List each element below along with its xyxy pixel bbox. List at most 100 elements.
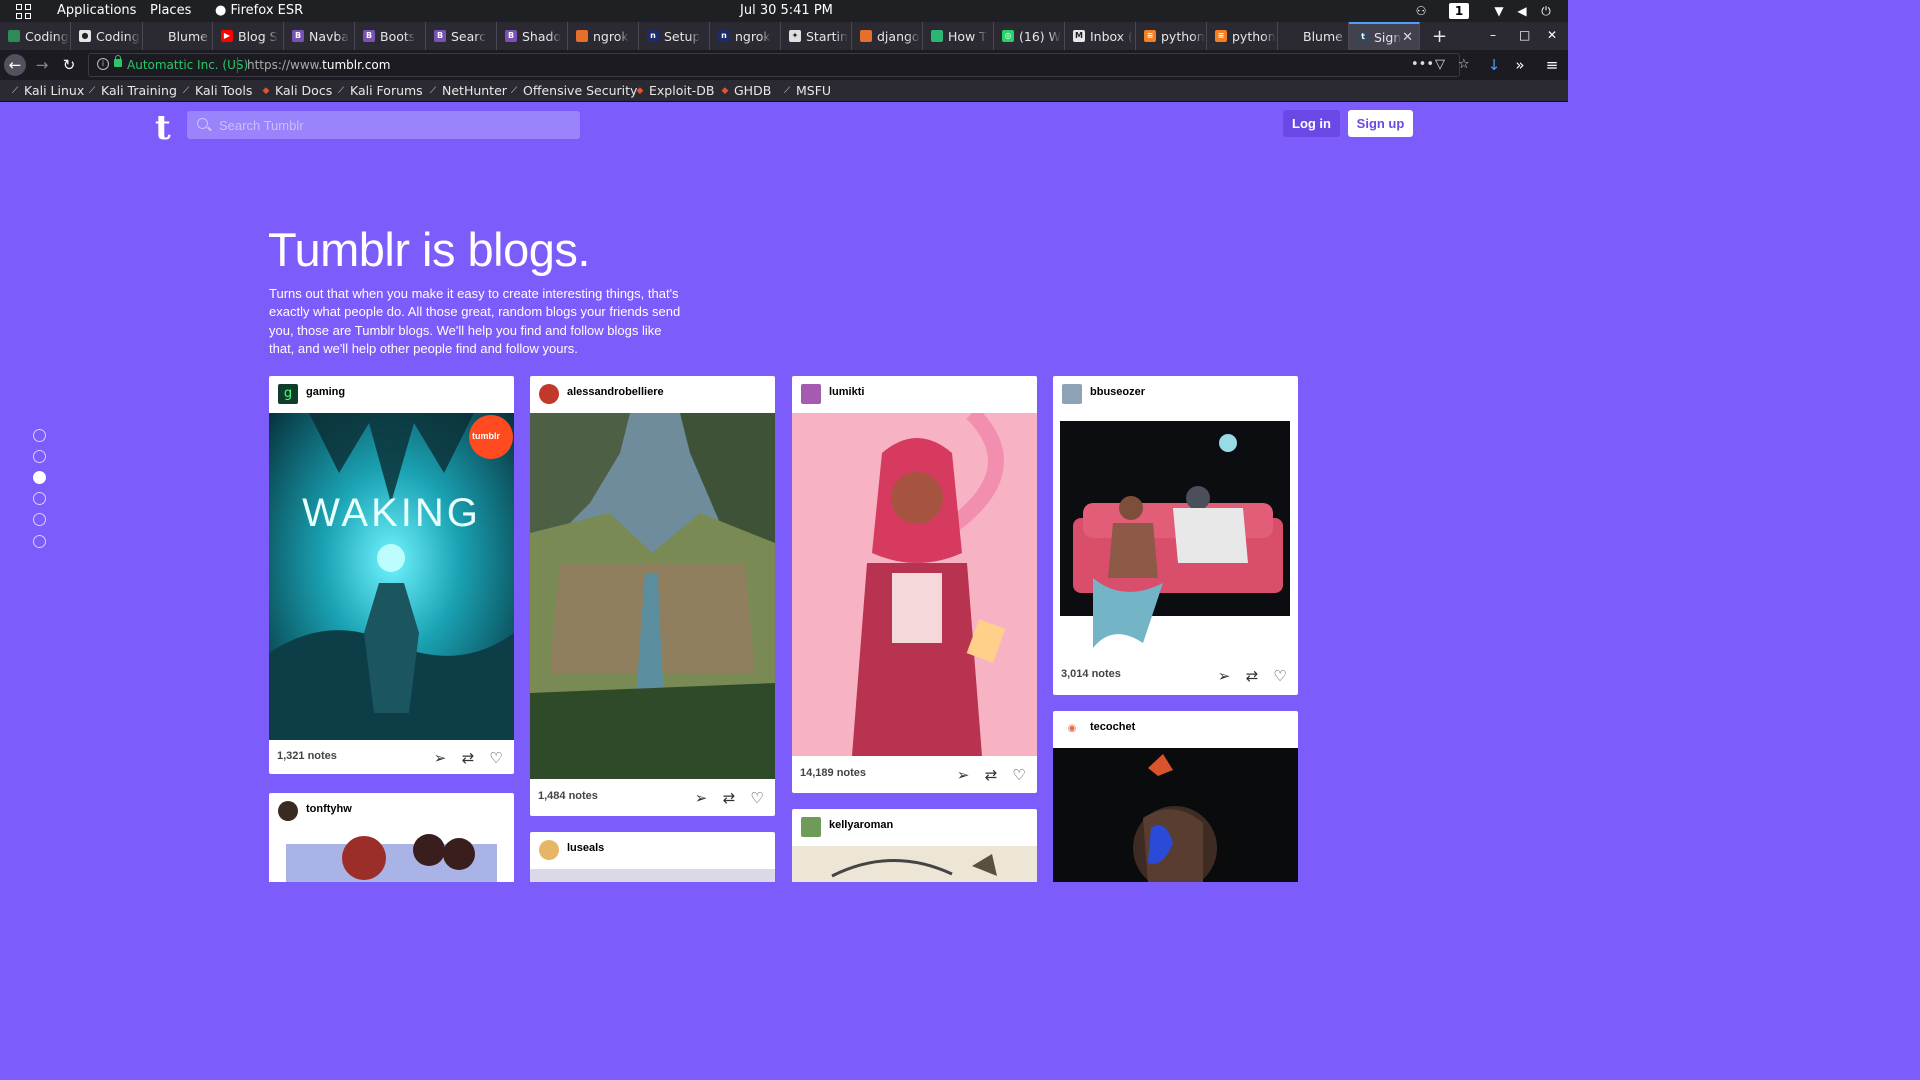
close-tab-icon[interactable]: ✕: [1402, 30, 1413, 45]
browser-tab[interactable]: ▶ Blog S: [213, 22, 284, 50]
bookmark-star-icon[interactable]: ☆: [1458, 57, 1470, 72]
overflow-icon[interactable]: »: [1509, 54, 1531, 76]
browser-tab[interactable]: How T: [923, 22, 994, 50]
bookmark-item[interactable]: ◆ GHDB: [720, 83, 772, 98]
post-username[interactable]: bbuseozer: [1090, 386, 1145, 398]
avatar[interactable]: [539, 384, 559, 404]
page-dot-6[interactable]: [33, 535, 46, 548]
browser-tab[interactable]: M Inbox (: [1065, 22, 1136, 50]
info-icon[interactable]: i: [97, 58, 109, 70]
bookmark-item[interactable]: ⟋ Kali Forums: [336, 83, 423, 98]
post-notes[interactable]: 14,189 notes: [800, 767, 866, 779]
like-heart-icon[interactable]: ♡: [1011, 767, 1027, 783]
like-heart-icon[interactable]: ♡: [749, 790, 765, 806]
login-button[interactable]: Log in: [1283, 110, 1340, 137]
post-username[interactable]: luseals: [567, 842, 604, 854]
maximize-window-icon[interactable]: □: [1519, 28, 1530, 42]
avatar[interactable]: g: [278, 384, 298, 404]
like-heart-icon[interactable]: ♡: [488, 750, 504, 766]
bookmark-item[interactable]: ⟋ Kali Training: [87, 83, 177, 98]
page-dot-5[interactable]: [33, 513, 46, 526]
search-box[interactable]: [187, 111, 580, 139]
bookmark-item[interactable]: ◆ Exploit-DB: [635, 83, 715, 98]
page-dot-4[interactable]: [33, 492, 46, 505]
downloads-icon[interactable]: ↓: [1483, 54, 1505, 76]
post-image[interactable]: [269, 830, 514, 882]
bookmark-item[interactable]: ◆ Kali Docs: [261, 83, 333, 98]
share-icon[interactable]: ➢: [693, 790, 709, 806]
post-username[interactable]: kellyaroman: [829, 819, 893, 831]
wifi-icon[interactable]: ▼: [1492, 4, 1506, 18]
post-image[interactable]: WAKING tumblr: [269, 413, 514, 740]
search-input[interactable]: [219, 115, 569, 135]
post-image[interactable]: [792, 413, 1037, 756]
reblog-icon[interactable]: ⇄: [460, 750, 476, 766]
places-menu[interactable]: Places: [150, 3, 191, 18]
like-heart-icon[interactable]: ♡: [1272, 668, 1288, 684]
power-icon[interactable]: ⏻: [1539, 4, 1553, 18]
close-window-icon[interactable]: ✕: [1547, 28, 1557, 42]
forward-button[interactable]: →: [31, 54, 53, 76]
apps-grid-icon[interactable]: [16, 4, 31, 19]
share-icon[interactable]: ➢: [955, 767, 971, 783]
avatar[interactable]: ◉: [1062, 719, 1082, 739]
page-dot-3[interactable]: [33, 471, 46, 484]
browser-tab[interactable]: Coding: [0, 22, 71, 50]
active-app-menu[interactable]: ● Firefox ESR: [215, 3, 303, 18]
tumblr-logo[interactable]: t: [155, 108, 171, 148]
minimize-window-icon[interactable]: –: [1490, 28, 1496, 42]
browser-tab[interactable]: B Searc: [426, 22, 497, 50]
post-username[interactable]: tecochet: [1090, 721, 1135, 733]
browser-tab[interactable]: ≡ python: [1207, 22, 1278, 50]
certificate-owner[interactable]: Automattic Inc. (US): [127, 58, 248, 72]
back-button[interactable]: ←: [4, 54, 26, 76]
post-card-alessandrobelliere[interactable]: alessandrobelliere 1,484 notes ➢ ⇄ ♡: [530, 376, 775, 816]
browser-tab[interactable]: django: [852, 22, 923, 50]
bookmark-item[interactable]: ⟋ Kali Tools: [181, 83, 253, 98]
avatar[interactable]: [539, 840, 559, 860]
post-username[interactable]: alessandrobelliere: [567, 386, 664, 398]
browser-tab[interactable]: B Navba: [284, 22, 355, 50]
browser-tab[interactable]: ◎ (16) W: [994, 22, 1065, 50]
pocket-icon[interactable]: ▽: [1435, 57, 1445, 72]
avatar[interactable]: [801, 384, 821, 404]
lock-icon[interactable]: [114, 55, 122, 67]
post-notes[interactable]: 1,484 notes: [538, 790, 598, 802]
post-card-tonftyhw[interactable]: tonftyhw: [269, 793, 514, 882]
post-card-bbuseozer[interactable]: bbuseozer 3,014 notes ➢ ⇄ ♡: [1053, 376, 1298, 695]
bookmark-item[interactable]: ⟋ Offensive Security: [509, 83, 638, 98]
new-tab-button[interactable]: +: [1424, 22, 1450, 50]
address-bar[interactable]: i Automattic Inc. (US) https://www.tumbl…: [88, 53, 1470, 77]
browser-tab[interactable]: n Setup: [639, 22, 710, 50]
page-actions-icon[interactable]: •••: [1411, 57, 1434, 72]
browser-tab[interactable]: ngrok: [568, 22, 639, 50]
post-card-gaming[interactable]: g gaming WAKING tumblr 1,321 notes ➢ ⇄ ♡: [269, 376, 514, 774]
applications-menu[interactable]: Applications: [57, 3, 136, 18]
post-image[interactable]: [530, 413, 775, 779]
share-icon[interactable]: ➢: [1216, 668, 1232, 684]
signup-button[interactable]: Sign up: [1348, 110, 1413, 137]
share-icon[interactable]: ➢: [432, 750, 448, 766]
browser-tab[interactable]: Blume ❄: [143, 22, 213, 50]
post-notes[interactable]: 1,321 notes: [277, 750, 337, 762]
post-image[interactable]: [1053, 413, 1298, 658]
post-image[interactable]: [792, 846, 1037, 882]
post-image[interactable]: [1053, 748, 1298, 882]
avatar[interactable]: [1062, 384, 1082, 404]
post-card-tecochet[interactable]: ◉ tecochet: [1053, 711, 1298, 882]
reblog-icon[interactable]: ⇄: [983, 767, 999, 783]
bookmark-item[interactable]: ⟋ Kali Linux: [10, 83, 84, 98]
post-image[interactable]: [530, 869, 775, 882]
avatar[interactable]: [801, 817, 821, 837]
workspace-indicator[interactable]: 1: [1449, 3, 1469, 19]
browser-tab[interactable]: B Boots: [355, 22, 426, 50]
page-dot-2[interactable]: [33, 450, 46, 463]
post-card-kellyaroman[interactable]: kellyaroman: [792, 809, 1037, 882]
post-notes[interactable]: 3,014 notes: [1061, 668, 1121, 680]
browser-tab[interactable]: ● Coding: [71, 22, 143, 50]
url-text[interactable]: https://www.tumblr.com: [247, 58, 390, 72]
bookmark-item[interactable]: ⟋ MSFU: [782, 83, 831, 98]
clock[interactable]: Jul 30 5:41 PM: [740, 3, 833, 18]
browser-tab[interactable]: t Sign ✕: [1349, 22, 1420, 50]
browser-tab[interactable]: Blume ❄: [1278, 22, 1349, 50]
